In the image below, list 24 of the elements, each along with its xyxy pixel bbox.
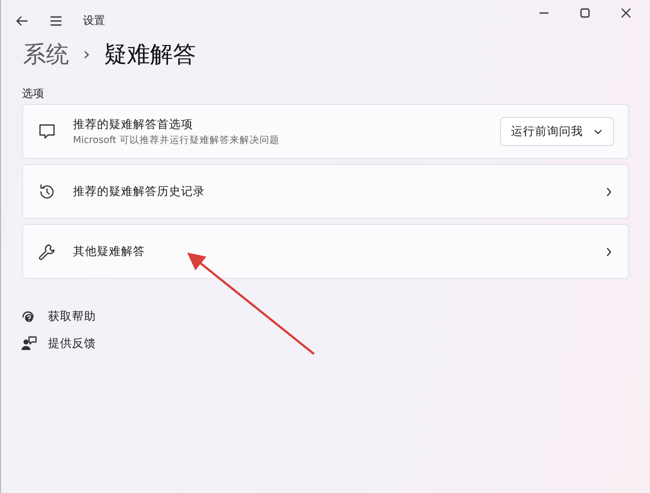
close-icon[interactable] — [620, 7, 632, 19]
help-link[interactable]: 获取帮助 — [48, 309, 96, 324]
window-title: 设置 — [83, 13, 105, 28]
card-subtitle: Microsoft 可以推荐并运行疑难解答来解决问题 — [73, 134, 280, 146]
wrench-icon — [37, 242, 57, 262]
settings-card[interactable]: 其他疑难解答 — [22, 224, 629, 279]
card-title: 其他疑难解答 — [73, 244, 146, 259]
settings-card[interactable]: 推荐的疑难解答首选项 Microsoft 可以推荐并运行疑难解答来解决问题 运行前询问我 — [22, 104, 629, 159]
breadcrumb-separator: › — [83, 44, 90, 64]
maximize-icon[interactable] — [579, 7, 591, 19]
card-title: 推荐的疑难解答历史记录 — [73, 184, 206, 199]
chevron-right-icon — [604, 186, 614, 196]
help-link[interactable]: 提供反馈 — [48, 336, 96, 351]
section-label: 选项 — [21, 86, 45, 102]
chat-bubble-icon — [37, 122, 57, 142]
menu-icon[interactable] — [49, 14, 63, 28]
card-title: 推荐的疑难解答首选项 — [73, 116, 194, 132]
person-feedback-icon — [20, 335, 37, 352]
page-title: 疑难解答 — [104, 40, 196, 70]
breadcrumb-parent[interactable]: 系统 — [23, 38, 69, 70]
settings-card[interactable]: 推荐的疑难解答历史记录 — [22, 164, 629, 219]
back-icon[interactable] — [15, 14, 29, 28]
dropdown[interactable]: 运行前询问我 — [500, 117, 614, 146]
chevron-right-icon — [604, 246, 614, 256]
